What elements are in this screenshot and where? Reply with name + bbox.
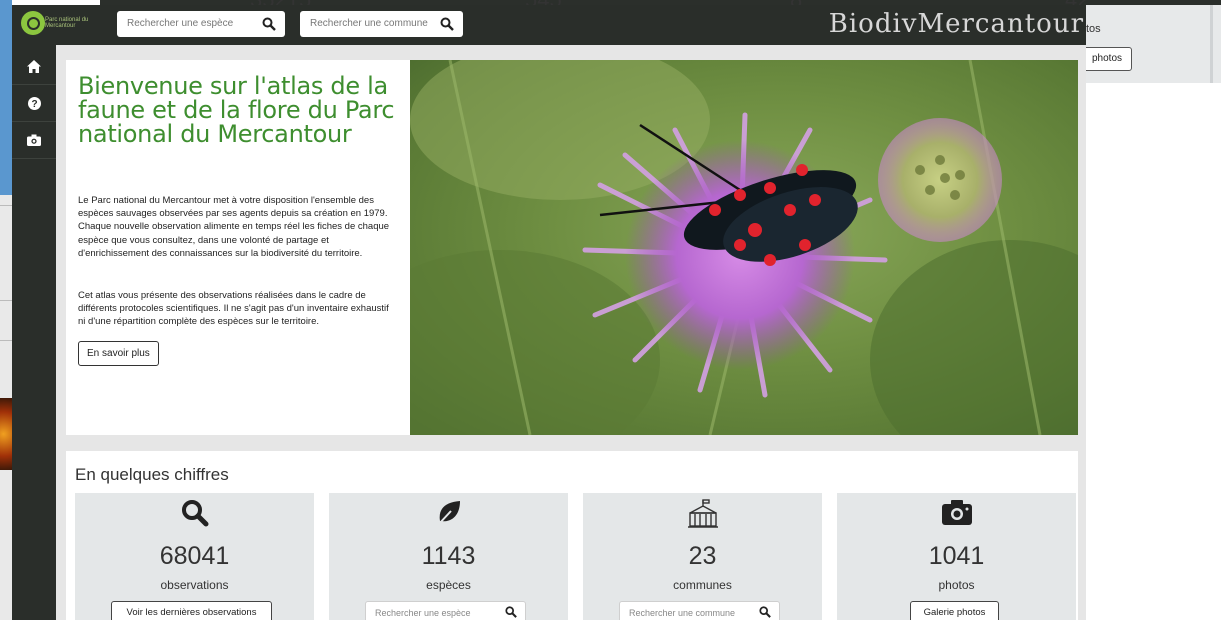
logo-text: Parc national du Mercantour [45, 17, 89, 29]
background-window-right: tos photos [1082, 5, 1221, 83]
page-title: Bienvenue sur l'atlas de la faune et de … [78, 72, 395, 148]
leaf-icon [436, 501, 460, 526]
stat-icon-wrapper [75, 499, 314, 529]
stat-card-photos: 1041 photos Galerie photos [837, 493, 1076, 620]
background-divider [0, 340, 12, 341]
sidebar-item-help[interactable]: ? [12, 85, 56, 122]
spiral-logo-icon [21, 11, 45, 35]
species-search-input[interactable]: Rechercher une espèce [117, 11, 285, 37]
welcome-panel: Bienvenue sur l'atlas de la faune et de … [66, 60, 410, 435]
disclaimer-paragraph: Cet atlas vous présente des observations… [78, 290, 389, 328]
photos-label: photos [938, 578, 975, 592]
camera-icon [941, 500, 972, 525]
commune-stat-search-input[interactable]: Rechercher une commune [619, 601, 780, 620]
hero-photo-butterfly [410, 60, 1078, 435]
observations-count: 68041 [159, 542, 230, 570]
background-thumbnail [0, 398, 12, 470]
brand-logo[interactable]: BiodivMercantour [829, 9, 1084, 39]
background-photos-button[interactable]: photos [1082, 47, 1132, 71]
background-divider [0, 300, 12, 301]
species-count: 1143 [421, 542, 476, 570]
commune-stat-search-placeholder: Rechercher une commune [629, 608, 736, 618]
commune-search-placeholder: Rechercher une commune [310, 18, 428, 29]
species-search-placeholder: Rechercher une espèce [127, 18, 234, 29]
stat-icon-wrapper [837, 499, 1076, 529]
search-icon[interactable] [505, 606, 517, 618]
background-blue-panel [0, 0, 12, 195]
communes-label: communes [673, 578, 732, 592]
stat-icon-wrapper [583, 499, 822, 529]
stats-title: En quelques chiffres [75, 465, 229, 484]
atlas-window: Parc national du Mercantour Rechercher u… [12, 5, 1086, 620]
stat-card-species: 1143 espèces Rechercher une espèce [329, 493, 568, 620]
search-icon [181, 500, 208, 527]
butterfly-on-flower-image [410, 60, 1078, 435]
observations-label: observations [160, 578, 229, 592]
search-icon[interactable] [262, 17, 276, 31]
stat-card-observations: 68041 observations Voir les dernières ob… [75, 493, 314, 620]
town-hall-icon [687, 499, 718, 528]
background-scrollbar [1210, 5, 1213, 83]
question-icon: ? [27, 96, 41, 110]
sidebar: ? [12, 45, 56, 620]
stat-card-communes: 23 communes Rechercher une commune [583, 493, 822, 620]
home-icon [27, 59, 41, 73]
photos-count: 1041 [928, 542, 985, 570]
sidebar-item-gallery[interactable] [12, 122, 56, 159]
svg-text:?: ? [31, 99, 37, 110]
search-icon[interactable] [759, 606, 771, 618]
commune-search-input[interactable]: Rechercher une commune [300, 11, 463, 37]
top-navbar: Parc national du Mercantour Rechercher u… [12, 5, 1086, 45]
species-label: espèces [426, 578, 471, 592]
communes-count: 23 [688, 542, 717, 570]
stats-section: En quelques chiffres 68041 observations … [66, 451, 1078, 620]
search-icon[interactable] [440, 17, 454, 31]
photo-gallery-button[interactable]: Galerie photos [910, 601, 999, 620]
learn-more-button[interactable]: En savoir plus [78, 341, 159, 366]
sidebar-item-home[interactable] [12, 48, 56, 85]
camera-icon [27, 134, 41, 146]
background-label: tos [1086, 23, 1101, 35]
species-stat-search-input[interactable]: Rechercher une espèce [365, 601, 526, 620]
stat-icon-wrapper [329, 499, 568, 529]
species-stat-search-placeholder: Rechercher une espèce [375, 608, 471, 618]
welcome-hero: Bienvenue sur l'atlas de la faune et de … [66, 60, 1078, 435]
latest-observations-button[interactable]: Voir les dernières observations [111, 601, 272, 620]
intro-paragraph: Le Parc national du Mercantour met à vot… [78, 195, 390, 259]
background-window-left [0, 0, 12, 620]
background-divider [0, 205, 12, 206]
